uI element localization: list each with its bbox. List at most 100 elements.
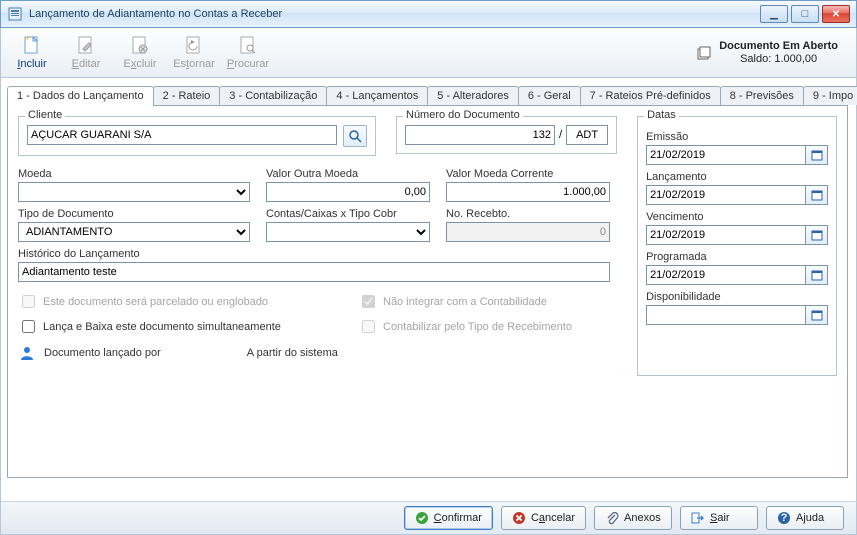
cancel-circle-icon xyxy=(512,511,526,525)
tab-alteradores[interactable]: 5 - Alteradores xyxy=(427,86,519,105)
check-circle-icon xyxy=(415,511,429,525)
tipo-doc-select[interactable]: ADIANTAMENTO xyxy=(18,222,250,242)
cliente-group: Cliente xyxy=(18,116,376,156)
chk-parcelado: Este documento será parcelado ou engloba… xyxy=(18,292,318,311)
contas-caixas-select[interactable] xyxy=(266,222,430,242)
anexos-label: Anexos xyxy=(624,512,661,524)
chk-contab-tipo: Contabilizar pelo Tipo de Recebimento xyxy=(358,317,572,336)
chk-parcelado-box xyxy=(22,295,35,308)
edit-document-icon xyxy=(74,35,98,57)
ajuda-button[interactable]: ? Ajuda xyxy=(766,506,844,530)
sair-label: Sair xyxy=(710,512,730,524)
numero-doc-tipo-input[interactable] xyxy=(566,125,608,145)
vencimento-input[interactable] xyxy=(646,225,806,245)
historico-label: Histórico do Lançamento xyxy=(18,248,610,260)
chk-nao-integrar: Não integrar com a Contabilidade xyxy=(358,292,572,311)
chk-lanca-baixa[interactable]: Lança e Baixa este documento simultaneam… xyxy=(18,317,318,336)
confirmar-button[interactable]: Confirmar xyxy=(404,506,493,530)
emissao-input[interactable] xyxy=(646,145,806,165)
historico-input[interactable] xyxy=(18,262,610,282)
numero-doc-input[interactable] xyxy=(405,125,555,145)
chk-contab-tipo-box xyxy=(362,320,375,333)
maximize-button[interactable] xyxy=(791,5,819,23)
toolbar-incluir-label: Incluir xyxy=(17,58,46,70)
window-title: Lançamento de Adiantamento no Contas a R… xyxy=(29,8,760,20)
a-partir-label: A partir do sistema xyxy=(247,347,338,359)
calendar-icon xyxy=(811,189,823,201)
numero-doc-group: Número do Documento / xyxy=(396,116,617,154)
calendar-icon xyxy=(811,269,823,281)
cancelar-label: Cancelar xyxy=(531,512,575,524)
disponibilidade-input[interactable] xyxy=(646,305,806,325)
tab-lancamentos[interactable]: 4 - Lançamentos xyxy=(326,86,428,105)
cliente-input[interactable] xyxy=(27,125,337,145)
tab-previsoes[interactable]: 8 - Previsões xyxy=(720,86,804,105)
chk-parcelado-label: Este documento será parcelado ou engloba… xyxy=(43,296,268,308)
help-circle-icon: ? xyxy=(777,511,791,525)
lancado-por-label: Documento lançado por xyxy=(44,347,161,359)
new-document-icon xyxy=(20,35,44,57)
toolbar-incluir[interactable]: Incluir xyxy=(5,30,59,75)
window-buttons xyxy=(760,5,850,23)
chk-lanca-baixa-box[interactable] xyxy=(22,320,35,333)
toolbar-procurar[interactable]: Procurar xyxy=(221,30,275,75)
lancamento-calendar-button[interactable] xyxy=(806,185,828,205)
vencimento-label: Vencimento xyxy=(646,211,828,223)
lancamento-label: Lançamento xyxy=(646,171,828,183)
contas-caixas-label: Contas/Caixas x Tipo Cobr xyxy=(266,208,430,220)
toolbar-procurar-label: Procurar xyxy=(227,58,269,70)
reverse-document-icon xyxy=(182,35,206,57)
valor-corr-input[interactable] xyxy=(446,182,610,202)
toolbar-excluir[interactable]: Excluir xyxy=(113,30,167,75)
toolbar-estornar-label: Estornar xyxy=(173,58,215,70)
exit-icon xyxy=(691,511,705,525)
document-status-info: Documento Em Aberto Saldo: 1.000,00 xyxy=(695,28,852,77)
minimize-button[interactable] xyxy=(760,5,788,23)
calendar-icon xyxy=(811,229,823,241)
disponibilidade-calendar-button[interactable] xyxy=(806,305,828,325)
tab-impo[interactable]: 9 - Impo xyxy=(803,86,857,105)
chk-nao-integrar-label: Não integrar com a Contabilidade xyxy=(383,296,547,308)
numero-doc-sep: / xyxy=(559,129,562,141)
moeda-select[interactable] xyxy=(18,182,250,202)
cancelar-button[interactable]: Cancelar xyxy=(501,506,586,530)
valor-corr-label: Valor Moeda Corrente xyxy=(446,168,610,180)
valor-outra-input[interactable] xyxy=(266,182,430,202)
cliente-search-button[interactable] xyxy=(343,125,367,147)
footer-bar: Confirmar Cancelar Anexos Sair ? Ajuda xyxy=(0,501,857,535)
toolbar-editar[interactable]: Editar xyxy=(59,30,113,75)
status-line1: Documento Em Aberto xyxy=(719,40,838,52)
lancamento-input[interactable] xyxy=(646,185,806,205)
tab-rateio[interactable]: 2 - Rateio xyxy=(153,86,221,105)
cliente-legend: Cliente xyxy=(25,109,65,121)
tab-geral[interactable]: 6 - Geral xyxy=(518,86,581,105)
content-area: 1 - Dados do Lançamento 2 - Rateio 3 - C… xyxy=(0,78,857,501)
emissao-calendar-button[interactable] xyxy=(806,145,828,165)
moeda-label: Moeda xyxy=(18,168,250,180)
vencimento-calendar-button[interactable] xyxy=(806,225,828,245)
chk-lanca-baixa-label: Lança e Baixa este documento simultaneam… xyxy=(43,321,281,333)
search-icon xyxy=(348,129,362,143)
sair-button[interactable]: Sair xyxy=(680,506,758,530)
programada-calendar-button[interactable] xyxy=(806,265,828,285)
chk-nao-integrar-box xyxy=(362,295,375,308)
tab-contabilizacao[interactable]: 3 - Contabilização xyxy=(219,86,327,105)
tab-rateios-pre[interactable]: 7 - Rateios Pré-definidos xyxy=(580,86,721,105)
numero-doc-legend: Número do Documento xyxy=(403,109,523,121)
close-button[interactable] xyxy=(822,5,850,23)
search-document-icon xyxy=(236,35,260,57)
programada-input[interactable] xyxy=(646,265,806,285)
datas-legend: Datas xyxy=(644,109,679,121)
anexos-button[interactable]: Anexos xyxy=(594,506,672,530)
disponibilidade-label: Disponibilidade xyxy=(646,291,828,303)
chk-contab-tipo-label: Contabilizar pelo Tipo de Recebimento xyxy=(383,321,572,333)
toolbar-estornar[interactable]: Estornar xyxy=(167,30,221,75)
valor-outra-label: Valor Outra Moeda xyxy=(266,168,430,180)
confirmar-label: Confirmar xyxy=(434,512,482,524)
tab-panel: Cliente Número do Documento xyxy=(7,106,848,478)
emissao-label: Emissão xyxy=(646,131,828,143)
ajuda-label: Ajuda xyxy=(796,512,824,524)
toolbar-editar-label: Editar xyxy=(72,58,101,70)
app-icon xyxy=(7,6,23,22)
tab-dados-lancamento[interactable]: 1 - Dados do Lançamento xyxy=(7,86,154,106)
